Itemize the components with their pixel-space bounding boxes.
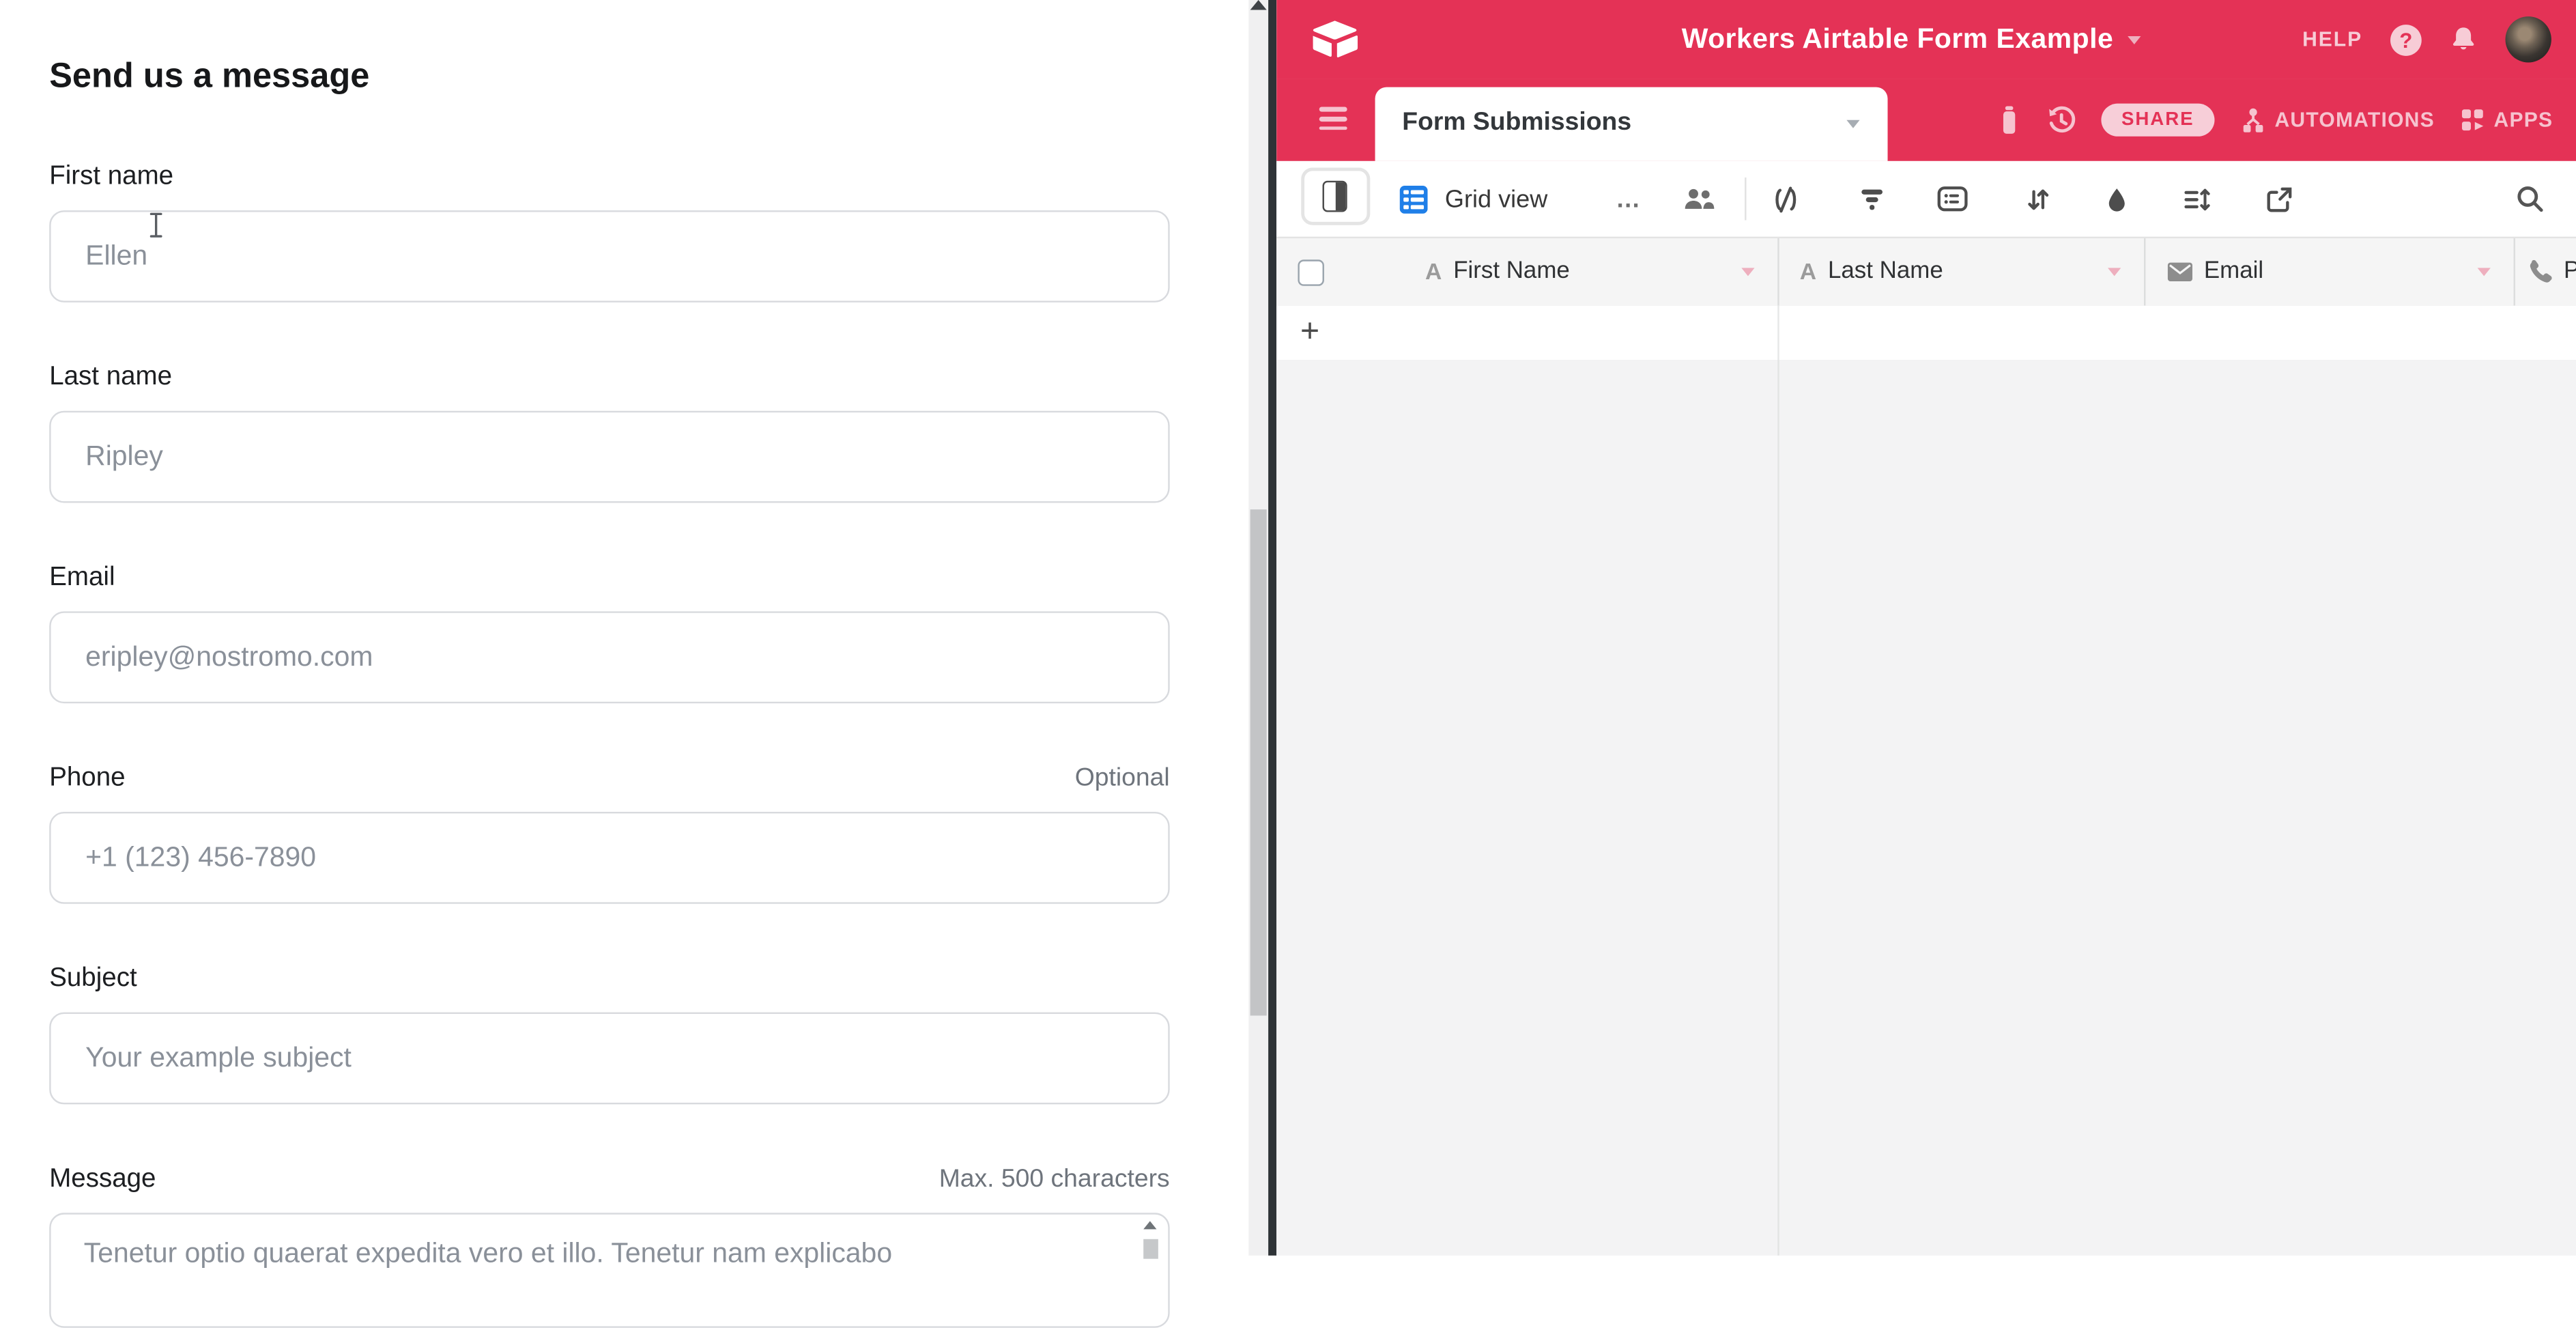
- first-name-label: First name: [49, 161, 173, 194]
- apps-button[interactable]: APPS: [2459, 107, 2553, 133]
- add-record-button[interactable]: +: [1300, 305, 1319, 360]
- help-button[interactable]: HELP: [2302, 28, 2362, 51]
- ibeam-cursor-icon: [148, 212, 164, 238]
- share-button[interactable]: SHARE: [2102, 104, 2214, 137]
- group-button[interactable]: [1936, 161, 1968, 237]
- grid-body: [1276, 360, 2576, 1255]
- base-title[interactable]: Workers Airtable Form Example: [1682, 23, 2113, 56]
- email-field: Email: [49, 562, 1169, 703]
- row-height-button[interactable]: [2181, 161, 2210, 237]
- sort-icon: [2023, 185, 2051, 213]
- history-icon[interactable]: [2046, 104, 2077, 136]
- message-max-hint: Max. 500 characters: [939, 1165, 1170, 1194]
- first-name-input[interactable]: [49, 210, 1169, 302]
- phone-input[interactable]: [49, 812, 1169, 904]
- panel-icon: [1323, 181, 1347, 212]
- phone-icon: [2526, 258, 2553, 285]
- page-scrollbar[interactable]: [1248, 0, 1268, 1255]
- chevron-down-icon[interactable]: [2476, 267, 2489, 275]
- automations-button[interactable]: AUTOMATIONS: [2239, 106, 2435, 134]
- column-header-email[interactable]: Email: [2166, 238, 2263, 305]
- airtable-pane: Workers Airtable Form Example HELP ? For…: [1276, 0, 2576, 1255]
- phone-label: Phone: [49, 763, 125, 795]
- form-heading: Send us a message: [49, 56, 1169, 99]
- people-icon: [1681, 186, 1714, 212]
- table-tab-label: Form Submissions: [1402, 109, 1631, 138]
- email-input[interactable]: [49, 611, 1169, 703]
- row-height-icon: [2181, 185, 2210, 213]
- chevron-down-icon[interactable]: [1741, 267, 1754, 275]
- view-toolbar: Grid view …: [1276, 161, 2576, 238]
- contact-form-pane: Send us a message First name Last name E…: [0, 0, 1248, 1255]
- automations-icon: [2239, 106, 2267, 134]
- filter-icon: [1857, 186, 1885, 212]
- share-view-icon: [2265, 185, 2293, 213]
- grid-view-icon: [1399, 185, 1427, 213]
- text-field-icon: A: [1800, 258, 1816, 285]
- view-options-button[interactable]: …: [1616, 161, 1642, 237]
- group-icon: [1936, 186, 1968, 212]
- message-label: Message: [49, 1163, 156, 1196]
- table-tab-form-submissions[interactable]: Form Submissions: [1374, 86, 1887, 161]
- message-textarea[interactable]: [49, 1213, 1169, 1327]
- phone-optional-hint: Optional: [1075, 764, 1170, 793]
- subject-field: Subject: [49, 963, 1169, 1104]
- chevron-down-icon[interactable]: [1846, 119, 1859, 128]
- last-name-input[interactable]: [49, 411, 1169, 503]
- scroll-up-arrow-icon[interactable]: [1250, 0, 1266, 10]
- scroll-up-arrow-icon[interactable]: [1143, 1221, 1156, 1229]
- message-scrollbar[interactable]: [1140, 1221, 1160, 1256]
- add-row-band: +: [1276, 305, 2576, 361]
- airtable-topbar: Workers Airtable Form Example HELP ?: [1276, 0, 2576, 79]
- scrollbar-thumb[interactable]: [1143, 1239, 1158, 1259]
- airtable-logo-icon[interactable]: [1310, 18, 1358, 59]
- screen: Send us a message First name Last name E…: [0, 0, 2576, 1255]
- column-header-first-name[interactable]: A First Name: [1425, 238, 1570, 305]
- last-name-field: Last name: [49, 362, 1169, 503]
- email-label: Email: [49, 562, 115, 595]
- toolbar-divider: [1744, 178, 1745, 221]
- column-header-last-name[interactable]: A Last Name: [1800, 238, 1943, 305]
- text-field-icon: A: [1425, 258, 1442, 285]
- view-name: Grid view: [1445, 185, 1547, 213]
- window-divider: [1268, 0, 1276, 1255]
- question-mark-icon[interactable]: ?: [2390, 24, 2422, 55]
- share-view-button[interactable]: [2265, 161, 2293, 237]
- column-header-phone[interactable]: Phone: [2526, 238, 2576, 305]
- color-button[interactable]: [2102, 161, 2130, 237]
- bell-icon[interactable]: [2450, 25, 2478, 54]
- envelope-icon: [2166, 261, 2192, 282]
- sort-button[interactable]: [2023, 161, 2051, 237]
- hide-fields-icon: [1770, 185, 1799, 213]
- filter-button[interactable]: [1857, 161, 1885, 237]
- phone-field: Phone Optional: [49, 763, 1169, 904]
- subject-input[interactable]: [49, 1013, 1169, 1105]
- airtable-tablebar: Form Submissions SHARE: [1276, 79, 2576, 161]
- hamburger-menu-icon[interactable]: [1319, 107, 1347, 130]
- message-field: Message Max. 500 characters: [49, 1163, 1169, 1328]
- apps-icon: [2459, 107, 2486, 133]
- paint-fill-icon: [2102, 185, 2130, 213]
- first-name-field: First name: [49, 161, 1169, 302]
- search-icon: [2515, 184, 2544, 214]
- subject-label: Subject: [49, 963, 137, 995]
- sidebar-toggle-button[interactable]: [1300, 168, 1369, 225]
- trash-icon[interactable]: [1998, 105, 2021, 135]
- chevron-down-icon[interactable]: [2128, 36, 2141, 44]
- user-avatar[interactable]: [2506, 16, 2551, 62]
- grid-view-button[interactable]: Grid view: [1399, 161, 1547, 237]
- grid-header-row: A First Name A Last Name Email: [1276, 238, 2576, 307]
- scrollbar-thumb[interactable]: [1249, 509, 1266, 1015]
- hide-fields-button[interactable]: [1770, 161, 1799, 237]
- select-all-checkbox[interactable]: [1298, 259, 1323, 285]
- search-button[interactable]: [2515, 161, 2544, 237]
- collaborators-button[interactable]: [1681, 161, 1714, 237]
- last-name-label: Last name: [49, 362, 172, 395]
- chevron-down-icon[interactable]: [2107, 267, 2120, 275]
